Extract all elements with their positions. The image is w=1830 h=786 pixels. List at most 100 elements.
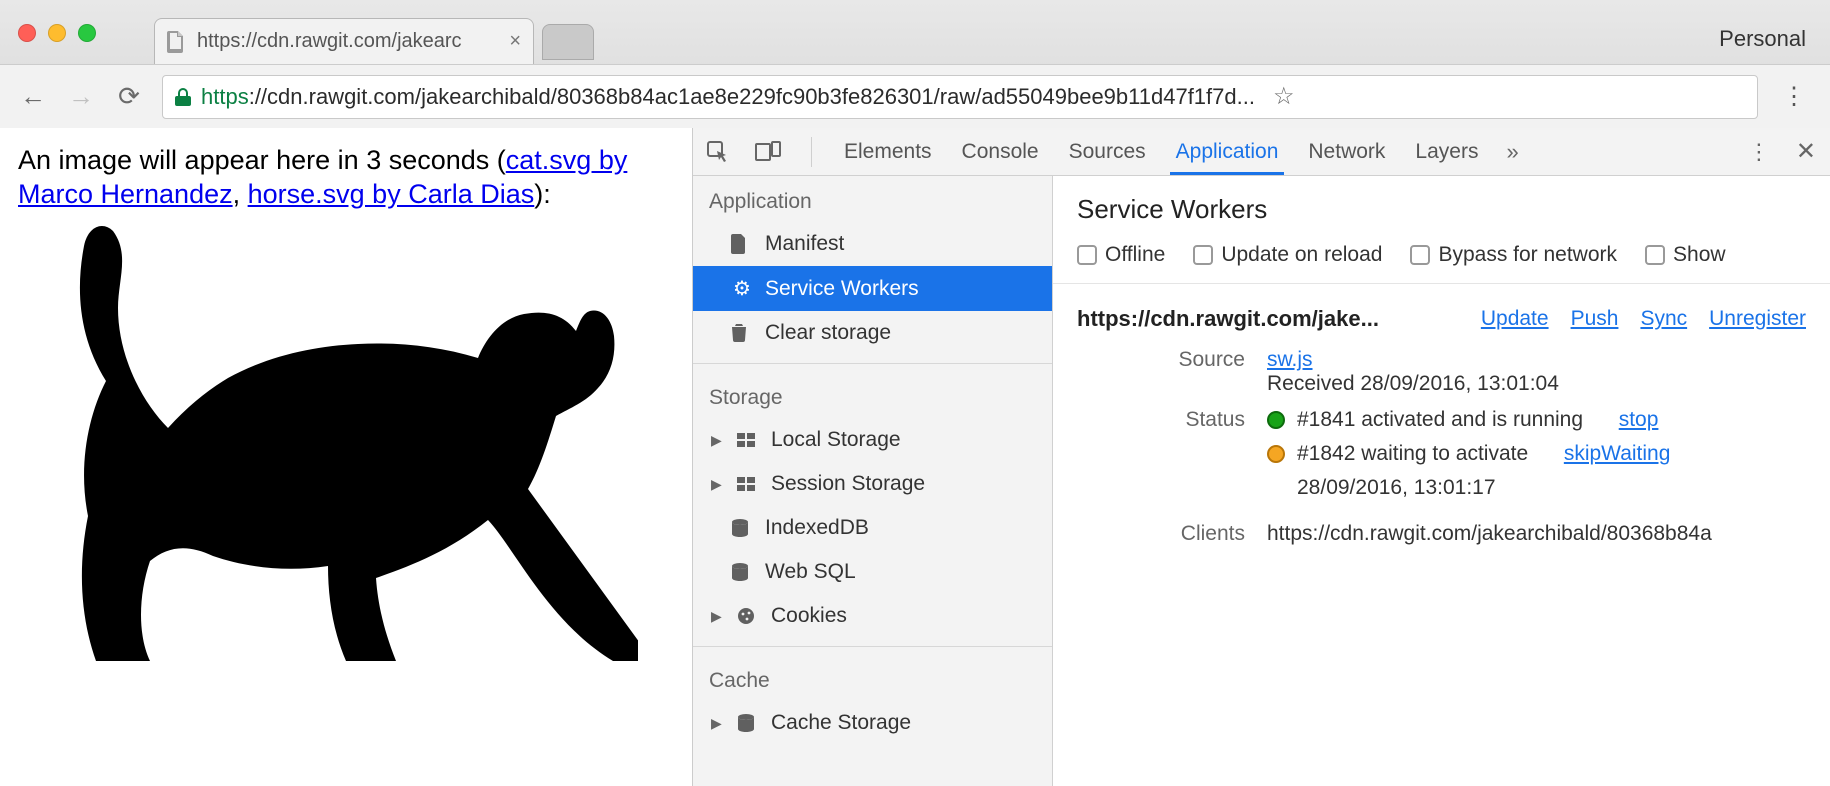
devtools-tab-elements[interactable]: Elements xyxy=(842,130,934,174)
browser-chrome: https://cdn.rawgit.com/jakearc × Persona… xyxy=(0,0,1830,128)
database-icon xyxy=(737,714,759,732)
devtools: Elements Console Sources Application Net… xyxy=(692,128,1830,786)
action-sync[interactable]: Sync xyxy=(1640,307,1687,331)
window-controls xyxy=(18,24,96,42)
database-icon xyxy=(731,519,753,537)
source-received: Received 28/09/2016, 13:01:04 xyxy=(1267,372,1559,395)
status-row: 28/09/2016, 13:01:17 xyxy=(1297,476,1806,500)
back-button[interactable]: ← xyxy=(18,81,48,112)
bookmark-star-icon[interactable]: ☆ xyxy=(1273,82,1295,111)
fullscreen-window-button[interactable] xyxy=(78,24,96,42)
sidebar-item-label: Manifest xyxy=(765,232,844,256)
workspace: An image will appear here in 3 seconds (… xyxy=(0,128,1830,786)
devtools-tab-sources[interactable]: Sources xyxy=(1067,130,1148,174)
expand-icon[interactable]: ▶ xyxy=(711,432,725,449)
forward-button[interactable]: → xyxy=(66,81,96,112)
sidebar-group-cache: Cache xyxy=(693,655,1052,701)
sidebar-item-indexeddb[interactable]: IndexedDB xyxy=(693,506,1052,550)
gear-icon: ⚙ xyxy=(731,276,753,301)
status-action-stop[interactable]: stop xyxy=(1619,408,1659,432)
status-dot-orange-icon xyxy=(1267,445,1285,463)
expand-icon[interactable]: ▶ xyxy=(711,476,725,493)
profile-label[interactable]: Personal xyxy=(1719,26,1806,52)
checkbox-icon[interactable] xyxy=(1645,245,1665,265)
sidebar-item-service-workers[interactable]: ⚙ Service Workers xyxy=(693,266,1052,311)
sidebar-item-label: Service Workers xyxy=(765,277,919,301)
inspect-element-icon[interactable] xyxy=(707,141,729,163)
option-offline[interactable]: Offline xyxy=(1077,243,1165,267)
status-text: #1842 waiting to activate xyxy=(1297,442,1528,466)
devtools-tab-console[interactable]: Console xyxy=(960,130,1041,174)
panel-title: Service Workers xyxy=(1053,176,1830,237)
option-bypass-for-network[interactable]: Bypass for network xyxy=(1410,243,1617,267)
grid-icon xyxy=(737,433,759,447)
database-icon xyxy=(731,563,753,581)
option-update-on-reload[interactable]: Update on reload xyxy=(1193,243,1382,267)
sidebar-item-label: Clear storage xyxy=(765,321,891,345)
status-row: #1842 waiting to activate skipWaiting xyxy=(1267,442,1806,466)
clients-value: https://cdn.rawgit.com/jakearchibald/803… xyxy=(1267,522,1806,546)
action-update[interactable]: Update xyxy=(1481,307,1549,331)
cookie-icon xyxy=(737,607,759,625)
grid-icon xyxy=(737,477,759,491)
browser-menu-icon[interactable]: ⋮ xyxy=(1776,82,1812,111)
browser-toolbar: ← → ⟳ https://cdn.rawgit.com/jakearchiba… xyxy=(0,64,1830,128)
action-unregister[interactable]: Unregister xyxy=(1709,307,1806,331)
status-row: #1841 activated and is running stop xyxy=(1267,408,1806,432)
tab-bar: https://cdn.rawgit.com/jakearc × Persona… xyxy=(0,0,1830,64)
new-tab-button[interactable] xyxy=(542,24,594,60)
devtools-tab-layers[interactable]: Layers xyxy=(1413,130,1480,174)
sidebar-item-websql[interactable]: Web SQL xyxy=(693,550,1052,594)
cat-image xyxy=(18,216,674,695)
devtools-tab-network[interactable]: Network xyxy=(1306,130,1387,174)
status-sub-timestamp: 28/09/2016, 13:01:17 xyxy=(1297,476,1496,500)
sidebar-group-storage: Storage xyxy=(693,372,1052,418)
url-text: https://cdn.rawgit.com/jakearchibald/803… xyxy=(201,84,1255,110)
sidebar-item-cookies[interactable]: ▶ Cookies xyxy=(693,594,1052,638)
option-show[interactable]: Show xyxy=(1645,243,1726,267)
label-clients: Clients xyxy=(1077,522,1267,546)
devtools-tab-application[interactable]: Application xyxy=(1174,130,1281,174)
sidebar-item-manifest[interactable]: Manifest xyxy=(693,222,1052,266)
sidebar-item-cache-storage[interactable]: ▶ Cache Storage xyxy=(693,701,1052,745)
devtools-tabs-overflow-icon[interactable]: » xyxy=(1506,139,1518,165)
status-dot-green-icon xyxy=(1267,411,1285,429)
minimize-window-button[interactable] xyxy=(48,24,66,42)
sidebar-item-clear-storage[interactable]: Clear storage xyxy=(693,311,1052,355)
label-source: Source xyxy=(1077,348,1267,372)
action-push[interactable]: Push xyxy=(1571,307,1619,331)
expand-icon[interactable]: ▶ xyxy=(711,715,725,732)
checkbox-icon[interactable] xyxy=(1077,245,1097,265)
devtools-menu-icon[interactable]: ⋮ xyxy=(1748,139,1770,165)
tab-close-icon[interactable]: × xyxy=(509,30,521,53)
expand-icon[interactable]: ▶ xyxy=(711,608,725,625)
sidebar-item-label: Local Storage xyxy=(771,428,901,452)
page-comma: , xyxy=(233,179,248,209)
checkbox-icon[interactable] xyxy=(1410,245,1430,265)
browser-tab[interactable]: https://cdn.rawgit.com/jakearc × xyxy=(154,18,534,64)
close-window-button[interactable] xyxy=(18,24,36,42)
sidebar-item-local-storage[interactable]: ▶ Local Storage xyxy=(693,418,1052,462)
service-workers-panel: Service Workers Offline Update on reload… xyxy=(1053,176,1830,786)
lock-icon xyxy=(175,88,191,106)
devtools-tab-bar: Elements Console Sources Application Net… xyxy=(693,128,1830,176)
page-content: An image will appear here in 3 seconds (… xyxy=(0,128,692,786)
checkbox-icon[interactable] xyxy=(1193,245,1213,265)
page-intro-after: ): xyxy=(534,179,551,209)
sidebar-item-label: Cache Storage xyxy=(771,711,911,735)
address-bar[interactable]: https://cdn.rawgit.com/jakearchibald/803… xyxy=(162,75,1758,119)
page-intro-before: An image will appear here in 3 seconds ( xyxy=(18,145,506,175)
file-icon xyxy=(731,234,753,254)
device-toggle-icon[interactable] xyxy=(755,141,781,163)
sidebar-item-label: Session Storage xyxy=(771,472,925,496)
reload-button[interactable]: ⟳ xyxy=(114,81,144,112)
source-file-link[interactable]: sw.js xyxy=(1267,348,1313,371)
trash-icon xyxy=(731,324,753,342)
status-action-skipwaiting[interactable]: skipWaiting xyxy=(1564,442,1671,466)
link-horse-svg[interactable]: horse.svg by Carla Dias xyxy=(248,179,535,209)
devtools-close-icon[interactable]: ✕ xyxy=(1796,137,1816,166)
application-sidebar: Application Manifest ⚙ Service Workers C… xyxy=(693,176,1053,786)
sw-origin: https://cdn.rawgit.com/jake... xyxy=(1077,306,1379,332)
sidebar-item-session-storage[interactable]: ▶ Session Storage xyxy=(693,462,1052,506)
sidebar-group-application: Application xyxy=(693,176,1052,222)
